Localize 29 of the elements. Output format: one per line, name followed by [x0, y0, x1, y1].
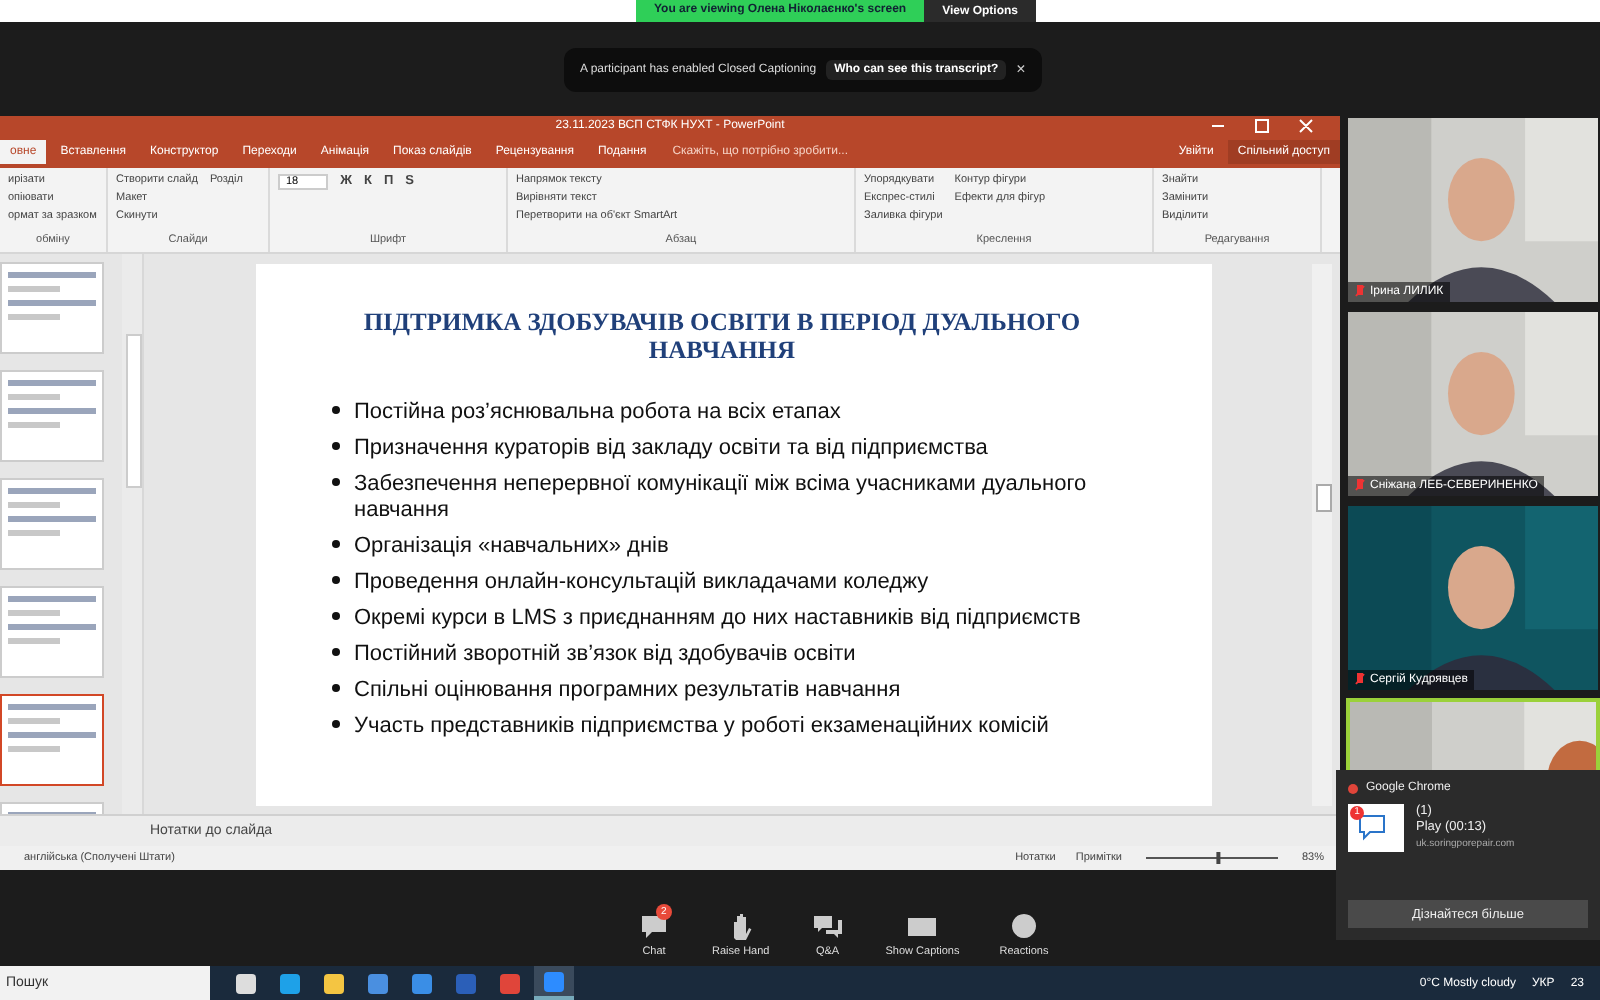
- bullet-text: Постійна роз’яснювальна робота на всіх етапах: [354, 400, 841, 426]
- close-button[interactable]: ×: [1016, 60, 1026, 78]
- bullet-icon: [332, 648, 340, 656]
- bullet-icon: [332, 442, 340, 450]
- bullet-icon: [332, 576, 340, 584]
- bullet-icon: [332, 684, 340, 692]
- slide-thumbnail[interactable]: [0, 370, 104, 462]
- bullet-text: Забезпечення неперервної комунікації між всіма учасниками дуального навчання: [354, 472, 1089, 524]
- scrollbar[interactable]: [1312, 264, 1332, 806]
- slide-thumbnail[interactable]: [0, 694, 104, 786]
- slide-title: ПІДТРИМКА ЗДОБУВАЧІВ ОСВІТИ В ПЕРІОД ДУАЛЬНОГО НАВЧАННЯ: [361, 308, 1083, 364]
- slide-thumbnail[interactable]: [0, 478, 104, 570]
- bullet-text: Участь представників підприємства у роботі екзаменаційних комісій: [354, 714, 1049, 740]
- slide-thumbnail[interactable]: [0, 262, 104, 354]
- slide-thumbnail[interactable]: [0, 586, 104, 678]
- zoom-slider[interactable]: [1141, 852, 1282, 864]
- bullet-icon: [332, 612, 340, 620]
- bullet-text: Проведення онлайн-консультацій викладачами коледжу: [354, 570, 929, 596]
- bullet-icon: [332, 540, 340, 548]
- bullet-icon: [332, 478, 340, 486]
- bullet-text: Організація «навчальних» днів: [354, 534, 669, 560]
- bullet-text: Спільні оцінювання програмних результатів навчання: [354, 678, 901, 704]
- slider-thumb[interactable]: [1216, 852, 1221, 864]
- bullet-text: Призначення кураторів від закладу освіти та від підприємства: [354, 436, 988, 462]
- bullet-text: Постійний зворотній зв’язок від здобувачів освіти: [354, 642, 856, 668]
- bullet-icon: [332, 720, 340, 728]
- scrollbar[interactable]: [122, 254, 142, 814]
- bullet-text: Окремі курси в LMS з приєднанням до них наставників від підприємств: [354, 606, 1081, 632]
- bullet-icon: [332, 406, 340, 414]
